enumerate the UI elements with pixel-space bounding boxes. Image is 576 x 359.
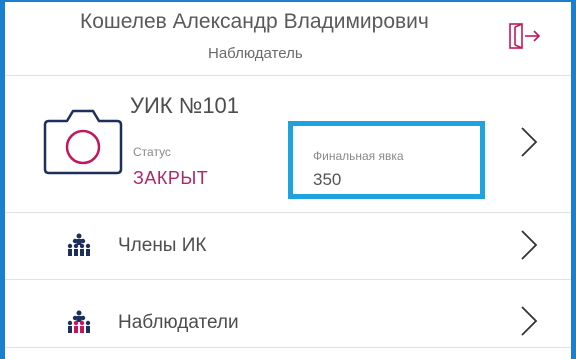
final-turnout-label: Финальная явка	[313, 149, 404, 163]
polling-station-title: УИК №101	[130, 93, 240, 118]
chevron-right-icon[interactable]	[518, 125, 540, 159]
logout-button[interactable]	[507, 21, 541, 51]
user-role: Наблюдатель	[208, 45, 303, 62]
status-value: ЗАКРЫТ	[133, 168, 209, 188]
user-name: Кошелев Александр Владимирович	[80, 10, 429, 33]
logout-icon	[509, 23, 541, 49]
menu-item-members-label: Члены ИК	[118, 235, 207, 256]
status-label: Статус	[133, 145, 171, 159]
final-turnout-value: 350	[313, 170, 342, 189]
people-group-icon	[67, 233, 91, 256]
menu-item-observers-label: Наблюдатели	[118, 312, 239, 333]
people-group-icon	[67, 310, 91, 333]
camera-icon[interactable]	[43, 107, 123, 175]
chevron-right-icon[interactable]	[518, 304, 540, 338]
chevron-right-icon[interactable]	[518, 228, 540, 262]
